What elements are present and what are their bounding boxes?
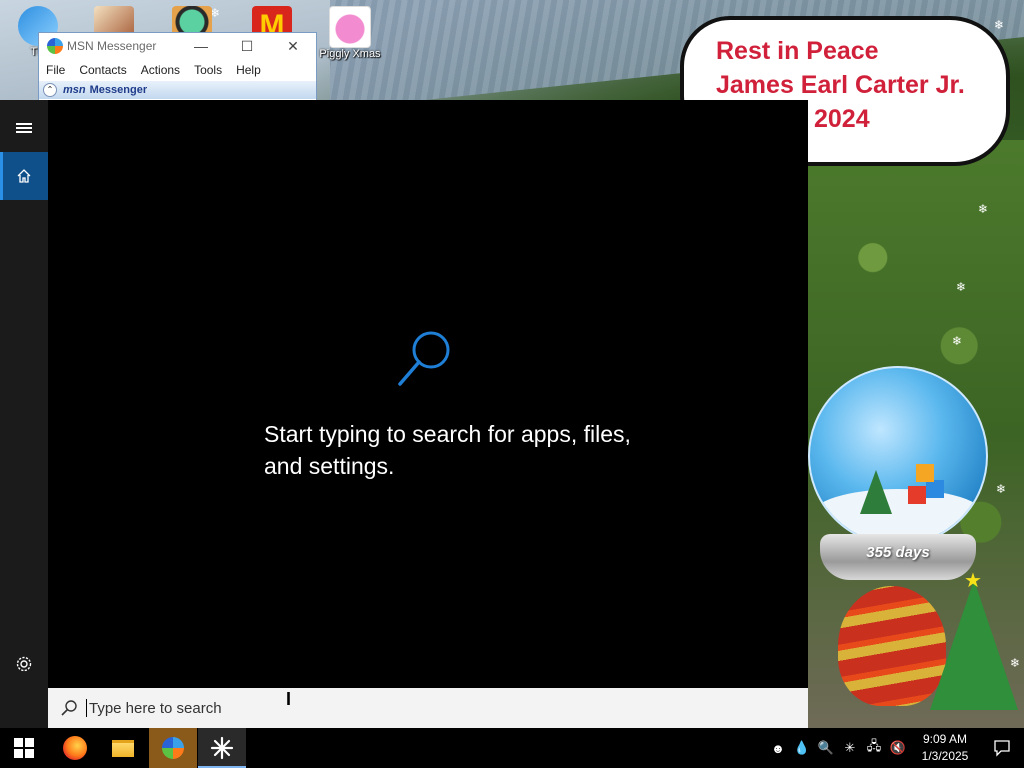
desktop-icon-piggly-xmas[interactable]: Piggly Xmas	[318, 6, 382, 60]
start-search-panel: Start typing to search for apps, files, …	[0, 100, 808, 728]
search-prompt-text: Start typing to search for apps, files, …	[264, 421, 631, 479]
search-icon	[61, 700, 77, 716]
menu-help[interactable]: Help	[229, 63, 268, 77]
collapse-toggle-icon[interactable]: ⌃	[43, 83, 57, 97]
settings-button[interactable]	[0, 640, 48, 688]
snow-globe-glass	[808, 366, 988, 546]
taskbar: ☻ 💧 🔍 ✳ 🖧 🔇 9:09 AM 1/3/2025	[0, 728, 1024, 768]
snowflake-icon: ❄	[956, 280, 967, 294]
msn-butterfly-icon	[47, 38, 63, 54]
snowflake-icon: ❄	[996, 482, 1007, 496]
snowflake-icon: ❄	[952, 334, 963, 348]
search-left-rail	[0, 100, 48, 728]
start-button[interactable]	[0, 728, 48, 768]
search-input[interactable]	[86, 699, 689, 717]
star-icon: ★	[964, 570, 982, 592]
tray-network-icon[interactable]: 🖧	[862, 728, 886, 768]
action-center-button[interactable]	[980, 728, 1024, 768]
gift-icon	[908, 486, 926, 504]
menu-file[interactable]: File	[39, 63, 72, 77]
menu-tools[interactable]: Tools	[187, 63, 229, 77]
snowflake-icon: ❄	[994, 18, 1005, 32]
taskbar-msn-messenger[interactable]	[149, 728, 197, 768]
msn-messenger-window[interactable]: MSN Messenger — ☐ ✕ File Contacts Action…	[38, 32, 317, 102]
tray-asterisk-icon[interactable]: ✳	[838, 728, 862, 768]
firefox-icon	[63, 736, 87, 760]
menu-contacts[interactable]: Contacts	[72, 63, 133, 77]
gear-icon	[16, 656, 32, 672]
hamburger-icon	[16, 121, 32, 135]
desktop-icon-label: Piggly Xmas	[319, 48, 381, 60]
close-button[interactable]: ✕	[270, 33, 316, 59]
tray-network-users-icon[interactable]: ☻	[766, 728, 790, 768]
pig-icon	[329, 6, 371, 48]
gift-icon	[926, 480, 944, 498]
memorial-line-2: James Earl Carter Jr.	[716, 71, 965, 99]
tree-icon	[860, 470, 892, 514]
gift-icon	[916, 464, 934, 482]
msn-menubar: File Contacts Actions Tools Help	[39, 59, 316, 81]
taskbar-file-explorer[interactable]	[99, 728, 147, 768]
text-cursor-icon: I	[286, 689, 292, 709]
snow-globe: 355 days	[808, 366, 990, 586]
days-counter: 355 days	[866, 544, 930, 561]
clock-time: 9:09 AM	[922, 732, 968, 746]
notification-icon	[994, 740, 1010, 757]
taskbar-firefox[interactable]	[51, 728, 99, 768]
home-icon	[17, 169, 31, 183]
search-box[interactable]	[48, 688, 808, 728]
christmas-tree	[930, 580, 1018, 710]
search-magnifier-icon	[398, 331, 450, 386]
windows-logo-icon	[14, 738, 34, 758]
tray-drop-icon[interactable]: 💧	[790, 728, 814, 768]
msn-banner: ⌃ msn Messenger	[39, 81, 316, 99]
clock-date: 1/3/2025	[921, 749, 969, 763]
snow-globe-base: 355 days	[820, 534, 976, 580]
asterisk-icon	[210, 736, 234, 760]
snowflake-icon: ❄	[978, 202, 989, 216]
home-button[interactable]	[0, 152, 48, 200]
msn-brand: msn	[63, 84, 86, 96]
minimize-button[interactable]: —	[178, 33, 224, 59]
msn-butterfly-icon	[162, 737, 184, 759]
maximize-button[interactable]: ☐	[224, 33, 270, 59]
msn-titlebar[interactable]: MSN Messenger — ☐ ✕	[39, 33, 316, 59]
msn-banner-text: Messenger	[89, 84, 148, 96]
hamburger-menu-button[interactable]	[0, 104, 48, 152]
taskbar-search-app[interactable]	[198, 728, 246, 768]
window-title: MSN Messenger	[67, 39, 157, 53]
tray-volume-muted-icon[interactable]: 🔇	[886, 728, 910, 768]
menu-actions[interactable]: Actions	[134, 63, 187, 77]
system-tray: ☻ 💧 🔍 ✳ 🖧 🔇 9:09 AM 1/3/2025	[766, 728, 1024, 768]
folder-icon	[112, 739, 134, 757]
tray-search-icon[interactable]: 🔍	[814, 728, 838, 768]
taskbar-clock[interactable]: 9:09 AM 1/3/2025	[916, 731, 974, 765]
memorial-line-1: Rest in Peace	[716, 37, 879, 65]
